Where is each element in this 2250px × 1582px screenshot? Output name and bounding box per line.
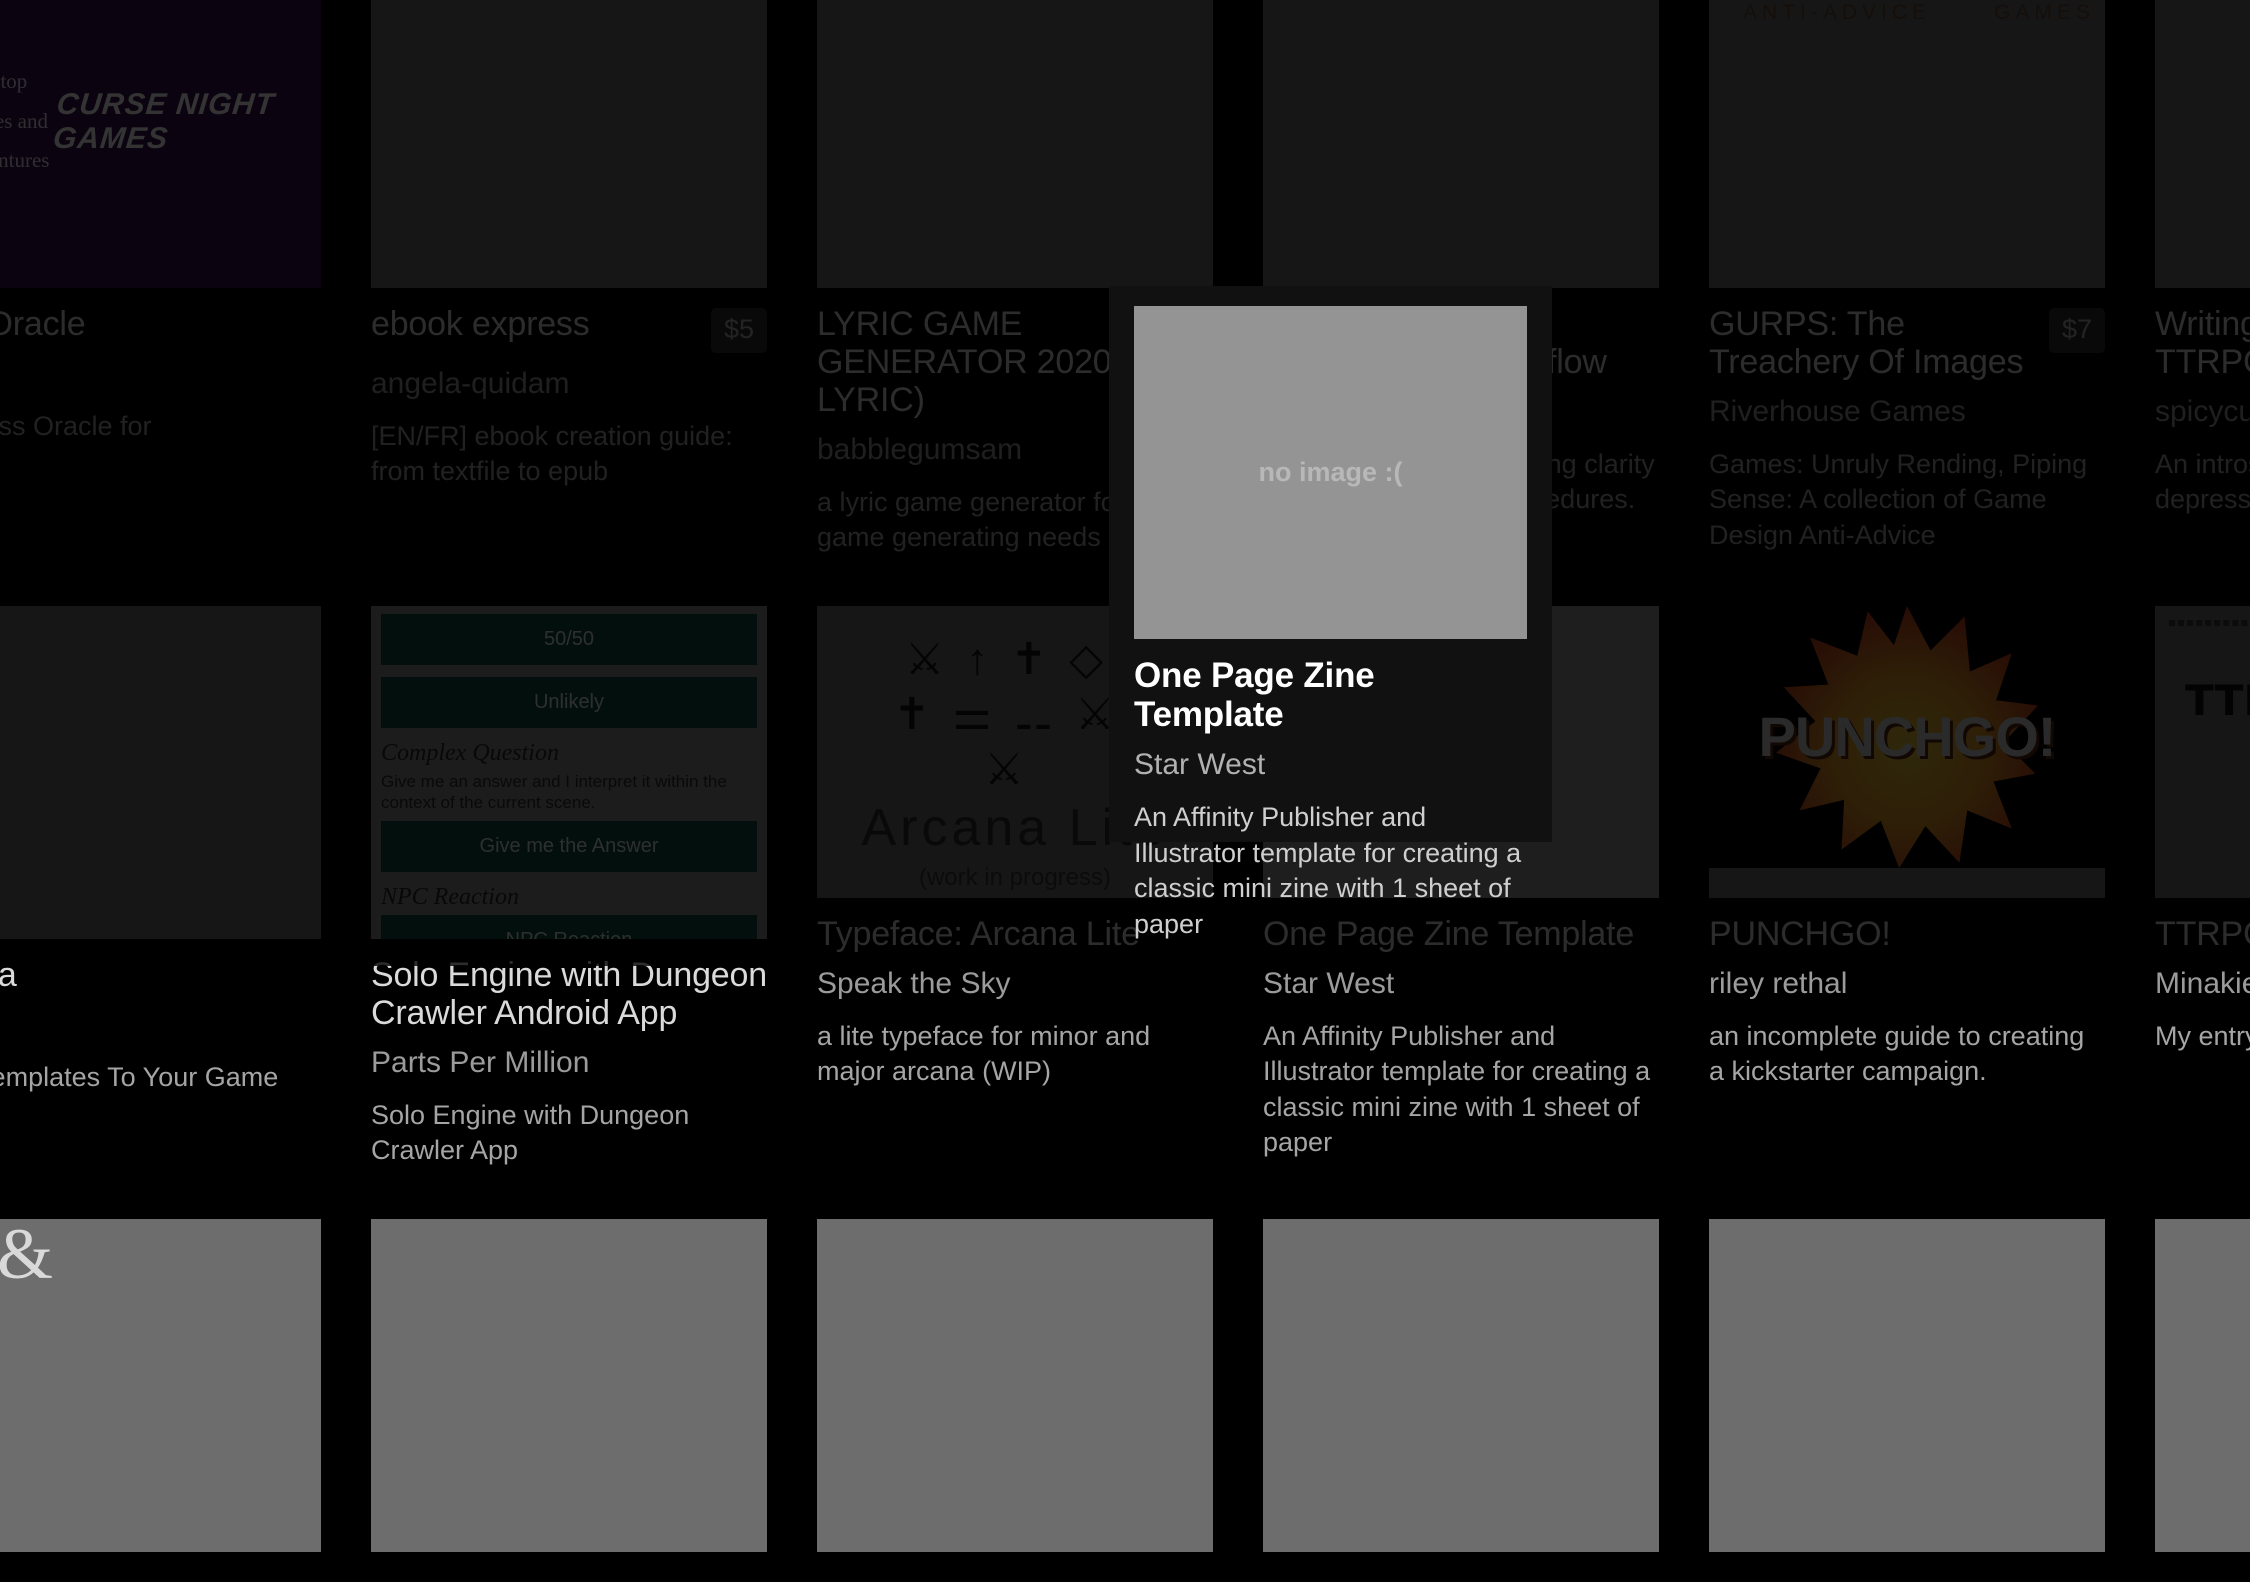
artwork-curse-night-games: bletop Games and Adventures CURSE NIGHT … [0, 0, 321, 288]
game-card[interactable]: bletop Games and Adventures CURSE NIGHT … [0, 0, 346, 586]
game-title[interactable]: TTRPG Resource [2155, 915, 2250, 953]
highlighted-game-card[interactable]: no image :( One Page Zine Template Star … [1109, 286, 1552, 842]
art-text-line1: bletop Games and [0, 62, 55, 142]
game-author[interactable]: Star West [1134, 748, 1527, 783]
game-description: [EN/FR] ebook creation guide: from textf… [371, 419, 767, 490]
game-description: age Templates To Your Game [0, 1060, 321, 1096]
game-author[interactable]: riley rethal [1709, 967, 2105, 1002]
art-logo-text: CURSE NIGHT GAMES [52, 88, 303, 156]
game-title[interactable]: Media [0, 956, 321, 994]
game-card[interactable]: PUNCHGO! PUNCHGO! riley rethal an incomp… [1684, 586, 2130, 1199]
art-button-unlikely: Unlikely [381, 677, 757, 728]
game-thumbnail[interactable] [2155, 0, 2250, 288]
game-thumbnail[interactable]: 5-MIN [1709, 1219, 2105, 1552]
game-thumbnail[interactable]: RPG SOCIAL MEDIA TEMPLATES [0, 606, 321, 939]
price-badge: $7 [2049, 308, 2105, 353]
game-thumbnail[interactable]: U S E F U L [1263, 1219, 1659, 1552]
game-author[interactable]: es [0, 1008, 321, 1043]
art-button-5050: 50/50 [381, 614, 757, 665]
price-badge: $5 [711, 308, 767, 353]
game-thumbnail[interactable]: (A LYRIC) ✖ ◈ ◇ ▲ △ ▣ [817, 0, 1213, 288]
game-thumbnail[interactable]: k & [0, 1219, 321, 1552]
art-button-npc-reaction: NPC Reaction [381, 915, 757, 939]
game-card[interactable] [346, 1199, 792, 1582]
game-card[interactable]: U S E F U L [1238, 1199, 1684, 1582]
game-card[interactable] [792, 1199, 1238, 1582]
game-card[interactable]: 50/50 Unlikely Complex Question Give me … [346, 586, 792, 1199]
game-description: An Affinity Publisher and Illustrator te… [1134, 800, 1527, 943]
game-author[interactable]: spicycurrybread [2155, 395, 2250, 430]
game-card[interactable] [2130, 1199, 2250, 1582]
game-description: an incomplete guide to creating a kickst… [1709, 1019, 2105, 1090]
art-title-line2: 2020 [2155, 736, 2250, 785]
game-author[interactable]: angela-quidam [371, 367, 767, 402]
art-button-give-answer: Give me the Answer [381, 821, 757, 872]
art-text-line2: Adventures [0, 141, 55, 181]
game-thumbnail[interactable]: PUNCHGO! [1709, 606, 2105, 898]
game-description: a lite typeface for minor and major arca… [817, 1019, 1213, 1090]
art-heading-npc-reaction: NPC Reaction [381, 884, 757, 911]
artwork-solo-engine-app: 50/50 Unlikely Complex Question Give me … [371, 606, 767, 939]
art-title-line1: TTRPG Resour [2155, 676, 2250, 725]
game-card[interactable]: TTRPG Resour 2020 BY MARTA "MINAKIE" AFO… [2130, 586, 2250, 1199]
game-card[interactable]: Writing and Design TTRPG with Neur spicy… [2130, 0, 2250, 586]
game-thumbnail[interactable]: bletop Games and Adventures CURSE NIGHT … [0, 0, 321, 288]
game-card[interactable]: k & [0, 1199, 346, 1582]
game-description: An Affinity Publisher and Illustrator te… [1263, 1019, 1659, 1162]
game-description: Solo Engine with Dungeon Crawler App [371, 1098, 767, 1169]
game-description: An introspection on writ depression and … [2155, 447, 2250, 518]
game-thumbnail[interactable] [817, 1219, 1213, 1552]
game-author[interactable]: Parts Per Million [371, 1046, 767, 1081]
game-card[interactable]: RPG SOCIAL MEDIA TEMPLATES Media es age … [0, 586, 346, 1199]
game-thumbnail[interactable]: no image :( [1134, 306, 1527, 639]
art-glyph-text: k & [0, 1219, 53, 1296]
game-author[interactable]: es [0, 357, 321, 392]
game-thumbnail[interactable]: 50/50 Unlikely Complex Question Give me … [371, 606, 767, 939]
art-body-complex-question: Give me an answer and I interpret it wit… [381, 771, 757, 814]
game-title[interactable]: One Page Zine Template [1134, 656, 1527, 734]
game-title[interactable]: ebook express [371, 305, 699, 343]
art-heading-complex-question: Complex Question [381, 740, 757, 767]
game-title[interactable]: ess Oracle [0, 305, 321, 343]
game-thumbnail[interactable] [2155, 1219, 2250, 1552]
game-author[interactable]: Minakie [2155, 967, 2250, 1002]
game-card[interactable]: GAME DESIGN ANTI-ADVICE BY RIVERHOUSE GA… [1684, 0, 2130, 586]
art-label-punchgo: PUNCHGO! [1759, 704, 2056, 769]
game-thumbnail[interactable] [371, 1219, 767, 1552]
game-author[interactable]: Speak the Sky [817, 967, 1213, 1002]
game-author[interactable]: Riverhouse Games [1709, 395, 2105, 430]
game-thumbnail[interactable]: TTRPG Resour 2020 BY MARTA "MINAKIE" AFO… [2155, 606, 2250, 898]
game-title[interactable]: Writing and Design TTRPG with Neur [2155, 305, 2250, 381]
game-title[interactable]: Solo Engine with Dungeon Crawler Android… [371, 956, 767, 1032]
game-description: GM-less Oracle for [0, 409, 321, 445]
game-title[interactable]: GURPS: The Treachery Of Images [1709, 305, 2037, 381]
game-thumbnail[interactable]: GAME DESIGN ANTI-ADVICE BY RIVERHOUSE GA… [1709, 0, 2105, 288]
game-description: Games: Unruly Rending, Piping Sense: A c… [1709, 447, 2105, 554]
game-description: My entry to the TTRPG 2020 [2155, 1019, 2250, 1055]
game-author[interactable]: Star West [1263, 967, 1659, 1002]
artwork-punchgo: PUNCHGO! [1709, 606, 2105, 868]
no-image-placeholder: no image :( [1258, 457, 1402, 488]
game-card[interactable]: EXPRESS DOC → EPUB ebook express $5 ange… [346, 0, 792, 586]
art-right-text: BY RIVERHOUSE GAMES [1858, 0, 2095, 28]
game-thumbnail[interactable]: EXPRESS DOC → EPUB [371, 0, 767, 288]
game-title[interactable]: PUNCHGO! [1709, 915, 2105, 953]
game-thumbnail[interactable]: Game Flow [1263, 0, 1659, 288]
game-card[interactable]: 5-MIN [1684, 1199, 2130, 1582]
